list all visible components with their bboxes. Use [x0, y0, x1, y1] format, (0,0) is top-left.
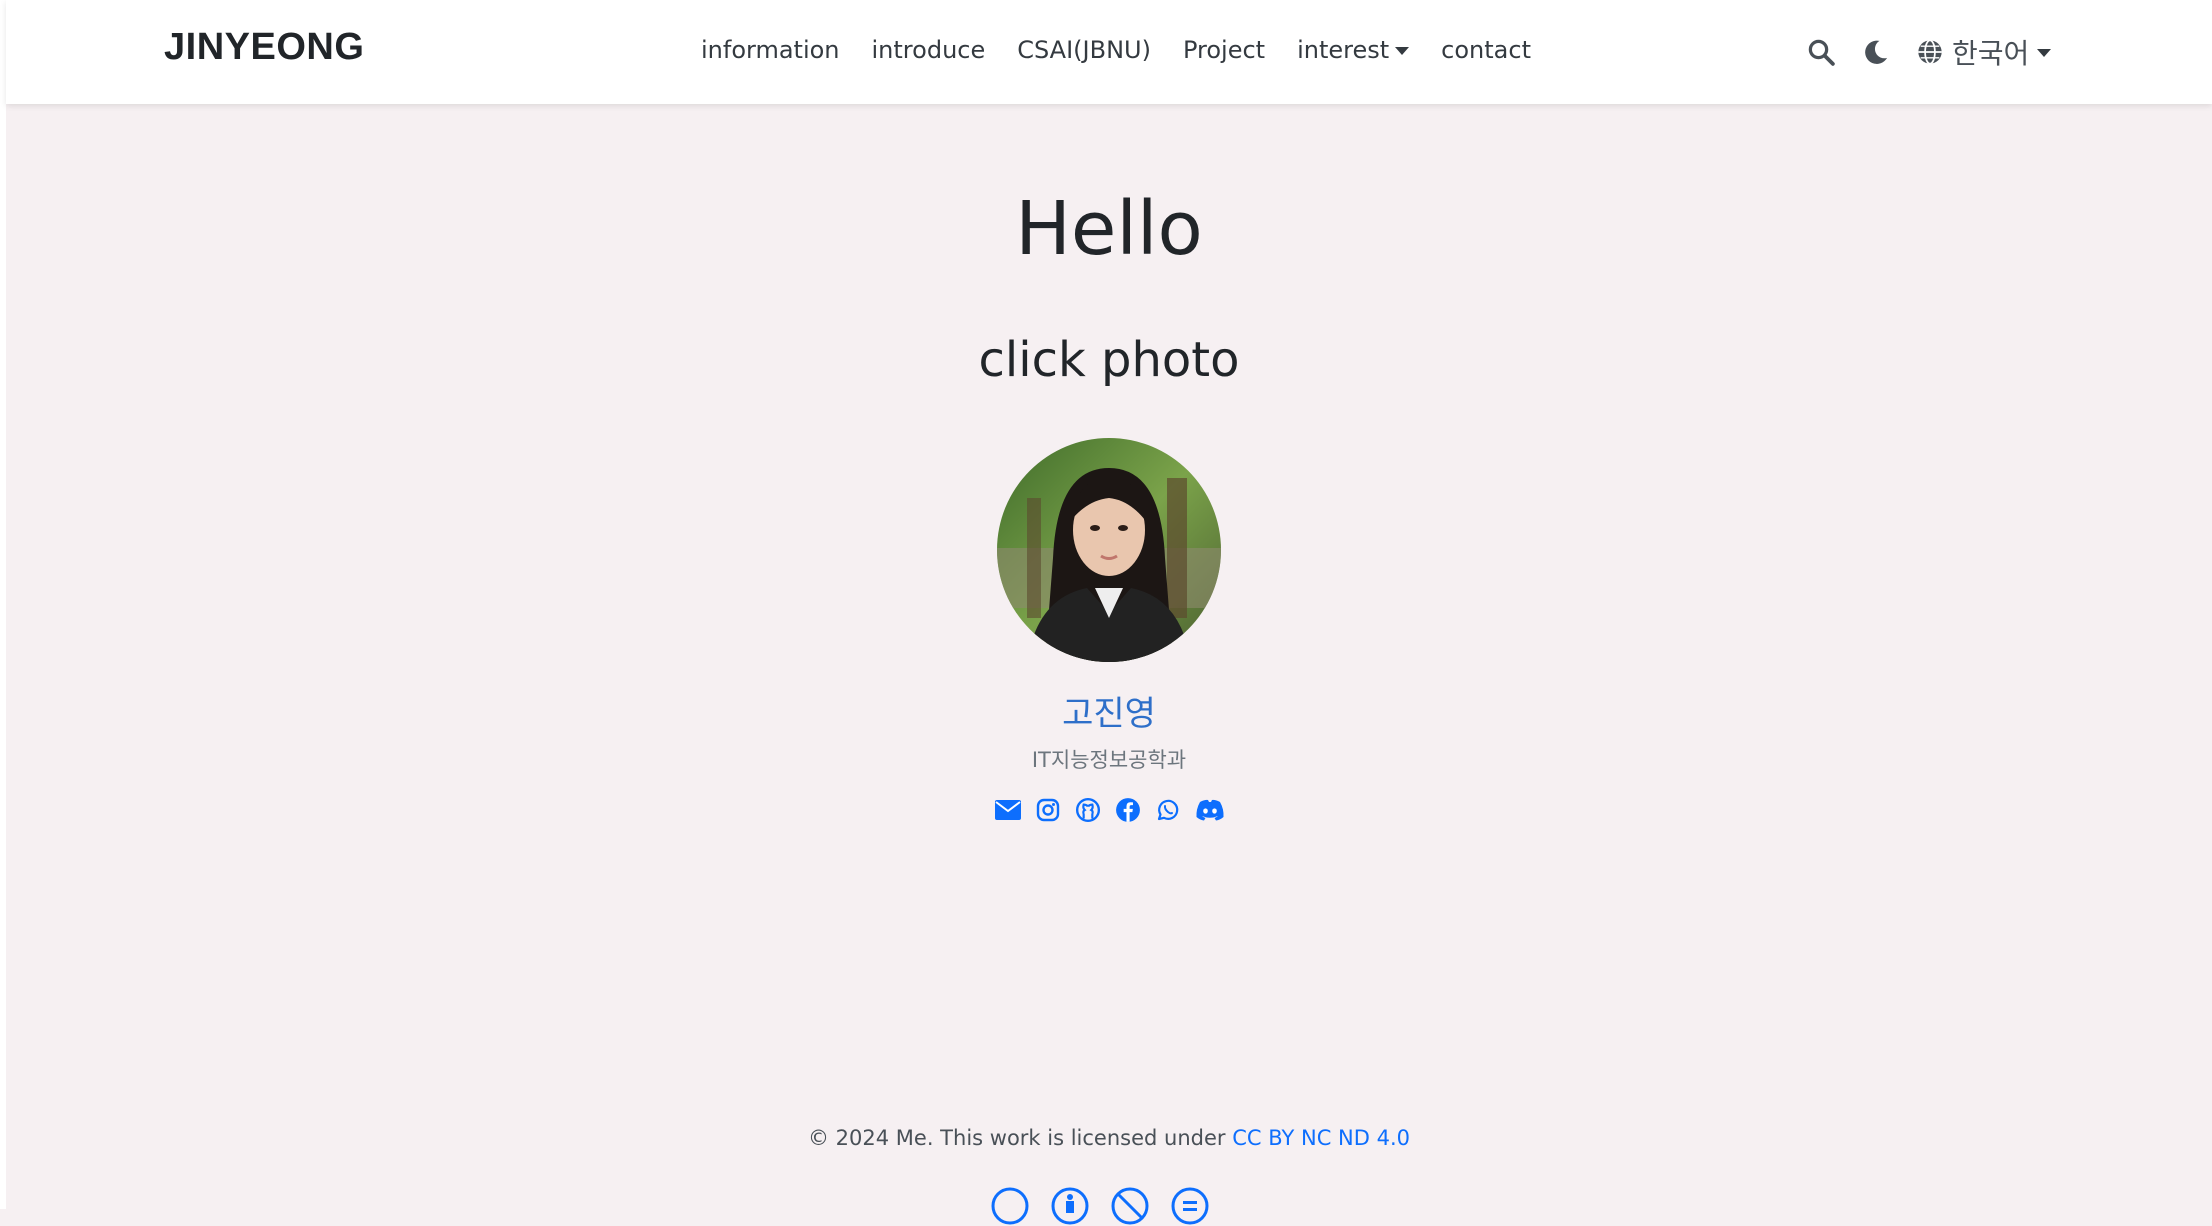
profile-department: IT지능정보공학과 [1031, 748, 1187, 772]
site-footer: © 2024 Me. This work is licensed under C… [6, 1126, 2212, 1150]
page-title: Hello [1015, 186, 1203, 272]
whatsapp-icon [1157, 799, 1179, 821]
language-label: 한국어 [1952, 37, 2030, 70]
nav-project[interactable]: Project [1183, 36, 1265, 64]
moon-icon [1865, 40, 1888, 64]
nd-icon [1171, 1187, 1209, 1225]
discord-icon [1196, 799, 1224, 821]
profile-photo[interactable] [997, 438, 1221, 662]
footer-text: © 2024 Me. This work is licensed under [808, 1126, 1233, 1150]
by-icon [1051, 1187, 1089, 1225]
left-edge [0, 0, 6, 1209]
facebook-link[interactable] [1114, 796, 1142, 824]
caret-down-icon [1395, 47, 1410, 55]
globe-icon [1918, 39, 1942, 65]
whatsapp-link[interactable] [1154, 796, 1182, 824]
profile-name[interactable]: 고진영 [6, 686, 2212, 735]
page-subtitle: click photo [978, 332, 1240, 388]
top-navbar: JINYEONG information introduce CSAI(JBNU… [6, 0, 2212, 104]
profile-photo-image [997, 438, 1221, 662]
nav-csai[interactable]: CSAI(JBNU) [1017, 36, 1151, 64]
cc-icon [991, 1187, 1029, 1225]
nav-introduce[interactable]: introduce [872, 36, 986, 64]
instagram-link[interactable] [1034, 796, 1062, 824]
facebook-icon [1116, 798, 1140, 822]
nav-interest-dropdown[interactable]: interest [1297, 36, 1410, 64]
nav-introduce-label: introduce [871, 36, 986, 64]
navbar-tools: 한국어 [1806, 32, 2052, 72]
nav-contact-label: contact [1441, 36, 1531, 64]
nav-csai-label: CSAI(JBNU) [1017, 36, 1151, 64]
social-links [994, 796, 1226, 824]
github-icon [1075, 797, 1101, 823]
nav-information[interactable]: information [701, 36, 840, 64]
language-dropdown[interactable]: 한국어 [1916, 32, 2052, 72]
nav-contact[interactable]: contact [1441, 36, 1531, 64]
theme-toggle-button[interactable] [1862, 38, 1890, 66]
email-link[interactable] [994, 796, 1022, 824]
nav-information-label: information [701, 36, 840, 64]
nav-project-label: Project [1182, 36, 1266, 64]
search-icon [1808, 39, 1835, 66]
site-brand[interactable]: JINYEONG [164, 26, 364, 69]
nc-icon [1111, 1187, 1149, 1225]
search-button[interactable] [1806, 37, 1836, 67]
license-link[interactable]: CC BY NC ND 4.0 [1232, 1126, 1410, 1150]
caret-down-icon [2037, 49, 2052, 57]
envelope-icon [995, 800, 1021, 820]
license-icons [990, 1186, 1210, 1226]
nav-interest-label: interest [1297, 36, 1390, 64]
instagram-icon [1036, 798, 1060, 822]
github-link[interactable] [1074, 796, 1102, 824]
main-menu: information introduce CSAI(JBNU) Project… [701, 36, 1563, 64]
discord-link[interactable] [1194, 796, 1226, 824]
